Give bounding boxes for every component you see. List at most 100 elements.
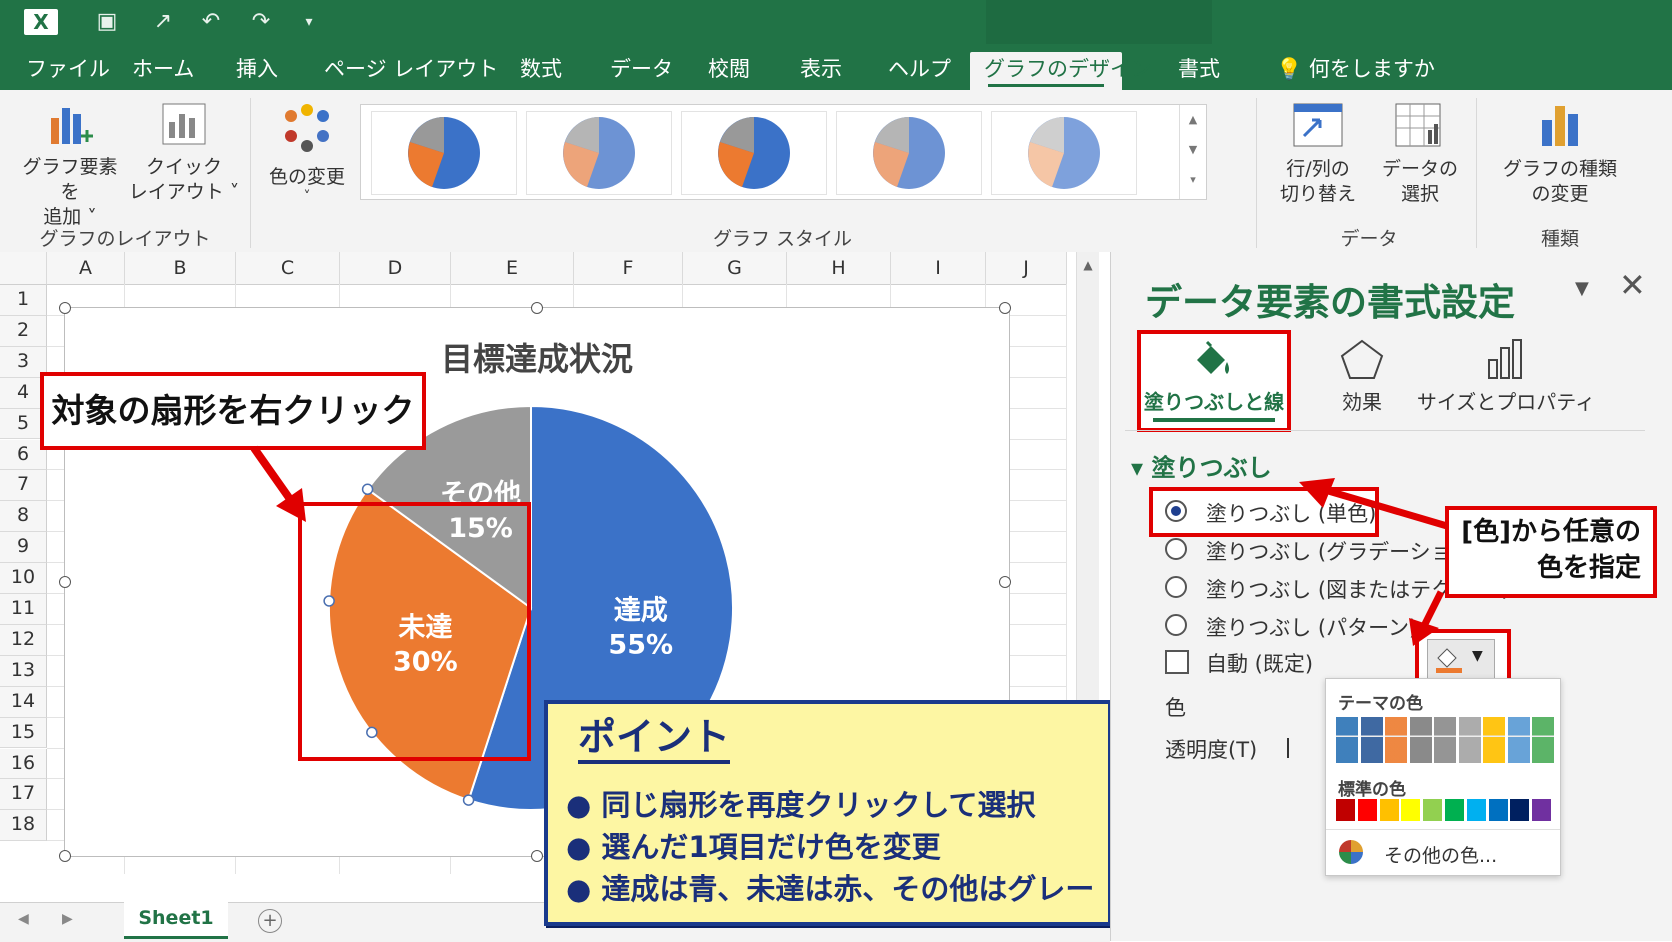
tab-chart-design[interactable]: グラフのデザイン (970, 52, 1152, 90)
chart-style-4[interactable] (836, 111, 982, 195)
tab-home[interactable]: ホーム (118, 52, 208, 90)
save-icon[interactable]: ▣ (92, 7, 122, 37)
theme-color-swatch[interactable] (1434, 717, 1456, 763)
row-header[interactable]: 18 (0, 810, 47, 842)
tab-file[interactable]: ファイル (12, 52, 124, 90)
column-header[interactable]: E (451, 252, 574, 285)
chart-style-2[interactable] (526, 111, 672, 195)
tab-formulas[interactable]: 数式 (506, 52, 576, 90)
tab-data[interactable]: データ (596, 52, 687, 90)
standard-color-swatch[interactable] (1336, 799, 1355, 821)
column-header[interactable]: D (340, 252, 451, 285)
standard-color-swatch[interactable] (1423, 799, 1443, 821)
add-sheet-icon[interactable]: + (258, 909, 282, 933)
scroll-up-icon[interactable]: ▲ (1077, 258, 1099, 272)
row-header[interactable]: 15 (0, 717, 47, 749)
theme-color-swatch[interactable] (1336, 717, 1358, 763)
slice-selection-handle[interactable] (361, 483, 374, 496)
checkbox[interactable] (1165, 650, 1189, 674)
row-header[interactable]: 14 (0, 686, 47, 718)
tab-effects[interactable]: 効果 (1307, 330, 1417, 424)
row-header[interactable]: 13 (0, 655, 47, 687)
row-header[interactable]: 9 (0, 532, 47, 564)
sheet-tab-sheet1[interactable]: Sheet1 (124, 902, 228, 939)
column-header[interactable]: H (787, 252, 891, 285)
tab-review[interactable]: 校閲 (694, 52, 764, 90)
gallery-scroll[interactable]: ▲ ▼ ▾ (1179, 105, 1206, 199)
checkbox-auto[interactable]: 自動 (既定) (1165, 648, 1313, 678)
change-colors-button[interactable]: 色の変更 ˅ (262, 100, 352, 204)
tab-fill-line[interactable]: 塗りつぶしと線 (1137, 330, 1291, 432)
redo-icon[interactable]: ↷ (246, 7, 276, 37)
more-colors-option[interactable]: その他の色... (1384, 841, 1497, 868)
standard-color-swatch[interactable] (1357, 799, 1377, 821)
row-header[interactable]: 7 (0, 470, 47, 502)
customize-qat-icon[interactable]: ▾ (294, 7, 324, 37)
standard-color-swatch[interactable] (1466, 799, 1486, 821)
change-chart-type-button[interactable]: グラフの種類 の変更 (1490, 100, 1630, 207)
tab-size-properties[interactable]: サイズとプロパティ (1411, 330, 1601, 424)
radio-button[interactable] (1165, 538, 1187, 560)
chart-style-3[interactable] (681, 111, 827, 195)
column-header[interactable]: F (574, 252, 683, 285)
radio-button[interactable] (1165, 500, 1187, 522)
undo-icon[interactable]: ↶ (196, 7, 226, 37)
theme-color-swatch[interactable] (1483, 717, 1505, 763)
tab-view[interactable]: 表示 (786, 52, 856, 90)
theme-color-swatch[interactable] (1385, 717, 1407, 763)
sheet-nav-prev-icon[interactable]: ◀ (18, 911, 29, 927)
fill-section-header[interactable]: ▾ 塗りつぶし (1131, 448, 1272, 483)
slice-selection-handle[interactable] (462, 794, 475, 806)
chart-style-5[interactable] (991, 111, 1137, 195)
standard-color-swatch[interactable] (1401, 799, 1421, 821)
resize-handle[interactable] (999, 576, 1011, 588)
resize-handle[interactable] (59, 302, 71, 314)
resize-handle[interactable] (59, 850, 71, 862)
row-header[interactable]: 8 (0, 501, 47, 533)
theme-color-swatch[interactable] (1532, 717, 1554, 763)
tab-insert[interactable]: 挿入 (222, 52, 292, 90)
column-header[interactable]: G (683, 252, 787, 285)
column-header[interactable]: C (236, 252, 340, 285)
select-all-corner[interactable] (0, 252, 47, 285)
resize-handle[interactable] (999, 302, 1011, 314)
theme-color-swatch[interactable] (1409, 717, 1432, 763)
standard-color-swatch[interactable] (1532, 799, 1552, 821)
tab-page-layout[interactable]: ページ レイアウト (310, 52, 512, 90)
switch-row-column-button[interactable]: 行/列の 切り替え (1268, 100, 1368, 207)
touch-mode-icon[interactable]: ↗ (148, 7, 178, 37)
row-header[interactable]: 1 (0, 285, 47, 316)
theme-color-swatch[interactable] (1360, 717, 1383, 763)
theme-color-swatch[interactable] (1458, 717, 1481, 763)
row-header[interactable]: 2 (0, 315, 47, 347)
standard-color-swatch[interactable] (1488, 799, 1508, 821)
sheet-nav-next-icon[interactable]: ▶ (62, 911, 73, 927)
column-header[interactable]: A (47, 252, 125, 285)
radio-button[interactable] (1165, 576, 1187, 598)
tab-help[interactable]: ヘルプ (874, 52, 965, 90)
select-data-button[interactable]: データの 選択 (1370, 100, 1470, 207)
tell-me-box[interactable]: 💡 何をしますか (1262, 52, 1449, 90)
standard-color-swatch[interactable] (1510, 799, 1530, 821)
column-header[interactable]: J (986, 252, 1067, 285)
resize-handle[interactable] (531, 302, 543, 314)
row-header[interactable]: 12 (0, 624, 47, 656)
transparency-slider-thumb[interactable] (1287, 738, 1289, 758)
standard-color-swatch[interactable] (1379, 799, 1399, 821)
column-header[interactable]: I (891, 252, 986, 285)
row-header[interactable]: 11 (0, 594, 47, 625)
standard-color-swatch[interactable] (1445, 799, 1464, 821)
radio-pattern-fill[interactable]: 塗りつぶし (パターン) (1165, 612, 1417, 642)
close-pane-icon[interactable]: ✕ (1619, 266, 1646, 304)
resize-handle[interactable] (531, 850, 543, 862)
quick-layout-button[interactable]: クイック レイアウト ˅ (128, 100, 240, 205)
resize-handle[interactable] (59, 576, 71, 588)
row-header[interactable]: 10 (0, 563, 47, 594)
radio-button[interactable] (1165, 614, 1187, 636)
theme-color-swatch[interactable] (1507, 717, 1530, 763)
add-chart-element-button[interactable]: グラフ要素を 追加 ˅ (14, 100, 126, 230)
dropdown-caret-icon[interactable]: ▼ (1472, 648, 1483, 664)
pane-options-icon[interactable]: ▼ (1575, 278, 1589, 299)
tab-format[interactable]: 書式 (1164, 52, 1234, 90)
chart-style-1[interactable] (371, 111, 517, 195)
